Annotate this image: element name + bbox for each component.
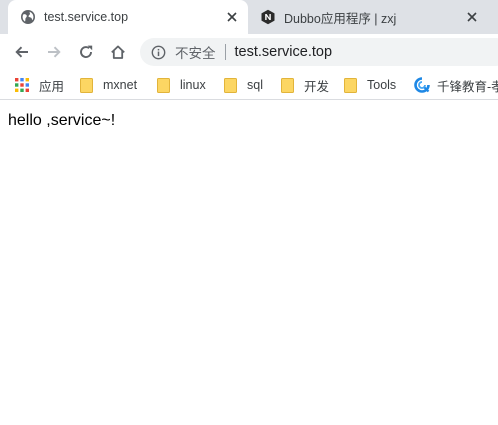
bookmark-qianfeng[interactable]: 千锋教育-孝 [414, 75, 498, 95]
bookmarks-bar: 应用 mxnet linux sql 开发 Tools 千锋教育-孝 [0, 70, 498, 100]
omnibox-divider [224, 44, 226, 60]
bookmark-label: mxnet [103, 78, 138, 92]
home-icon [111, 45, 125, 59]
tab-dubbo[interactable]: Dubbo应用程序 | zxj [248, 0, 488, 34]
bookmark-folder-linux[interactable]: linux [155, 75, 206, 95]
close-icon[interactable] [220, 5, 244, 29]
bookmark-label: linux [180, 78, 206, 92]
bookmark-label: 千锋教育-孝 [437, 79, 498, 94]
folder-icon [155, 77, 171, 93]
folder-icon [222, 77, 238, 93]
back-arrow-icon [15, 46, 28, 58]
bookmark-folder-kaifa[interactable]: 开发 [279, 75, 329, 95]
folder-icon [78, 77, 94, 93]
bookmark-label: 开发 [304, 79, 330, 94]
qianfeng-logo-icon [414, 77, 430, 93]
globe-icon [20, 9, 36, 25]
info-icon[interactable] [150, 44, 166, 60]
folder-icon [342, 77, 358, 93]
page-body-text: hello ,service~! [8, 112, 116, 129]
home-button[interactable] [104, 38, 132, 66]
url-text[interactable]: test.service.top [235, 44, 333, 60]
tab-title: test.service.top [44, 10, 129, 24]
tab-strip: test.service.top Dubbo应用程序 | zxj [0, 0, 498, 34]
n-logo-icon [260, 9, 276, 25]
bookmark-label: 应用 [39, 79, 65, 94]
close-icon[interactable] [460, 5, 484, 29]
tab-test-service[interactable]: test.service.top [8, 0, 248, 34]
bookmark-folder-sql[interactable]: sql [222, 75, 263, 95]
tab-title: Dubbo应用程序 | zxj [284, 11, 397, 26]
security-status-label[interactable]: 不安全 [175, 42, 216, 62]
reload-button[interactable] [72, 38, 100, 66]
bookmark-label: sql [247, 78, 263, 92]
bookmark-apps[interactable]: 应用 [14, 75, 64, 95]
bookmark-folder-tools[interactable]: Tools [342, 75, 396, 95]
bookmark-folder-mxnet[interactable]: mxnet [78, 75, 137, 95]
address-bar[interactable]: 不安全 test.service.top [140, 38, 498, 66]
browser-toolbar: 不安全 test.service.top [0, 34, 498, 70]
forward-arrow-icon [48, 46, 61, 58]
forward-button[interactable] [40, 38, 68, 66]
back-button[interactable] [8, 38, 36, 66]
folder-icon [279, 77, 295, 93]
apps-grid-icon [14, 77, 30, 93]
bookmark-label: Tools [367, 78, 397, 92]
reload-icon [80, 45, 93, 58]
